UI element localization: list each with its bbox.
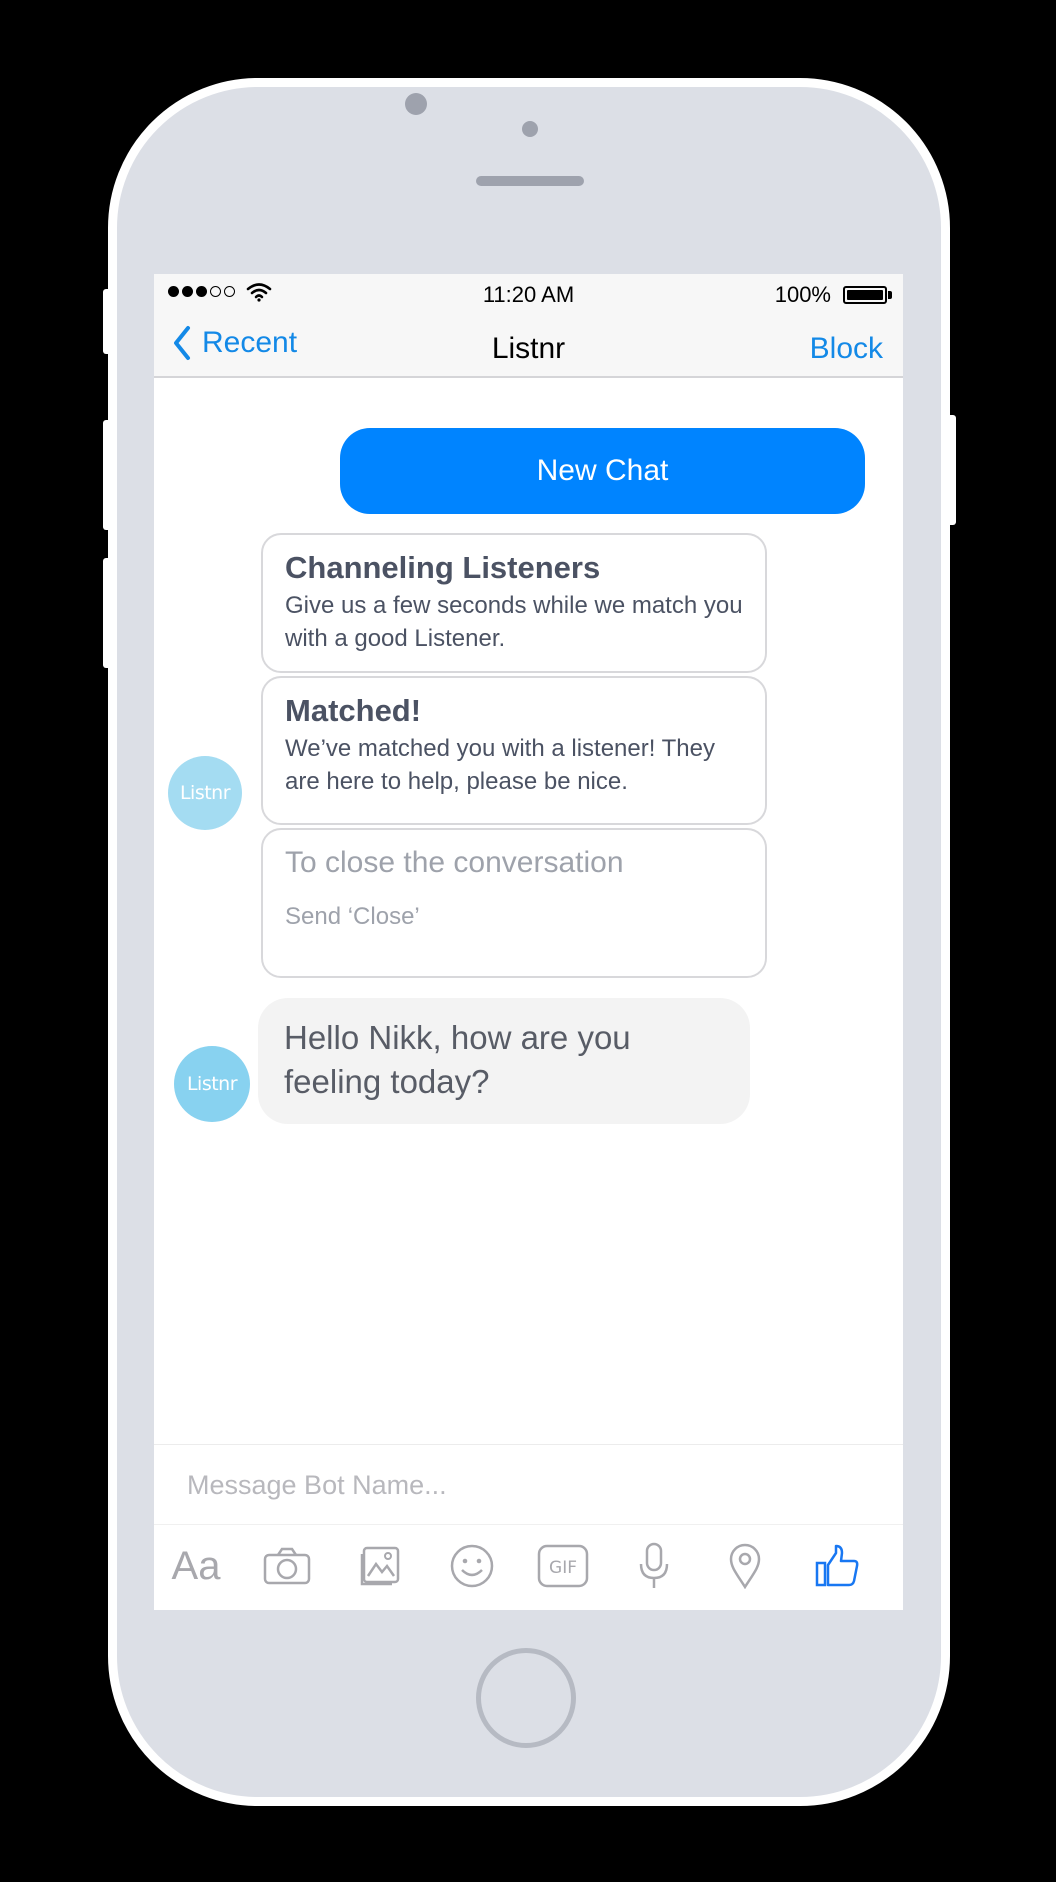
home-button[interactable] [476, 1648, 576, 1748]
microphone-icon [639, 1542, 669, 1588]
earpiece-speaker [476, 176, 584, 186]
screen: 11:20 AM 100% Recent Listnr Block New Ch… [154, 274, 903, 1610]
card-matched: Matched! We’ve matched you with a listen… [261, 676, 767, 825]
gif-label: GIF [549, 1558, 577, 1578]
battery-icon [843, 286, 887, 304]
thumbs-up-icon [815, 1544, 859, 1587]
gif-button[interactable]: GIF [533, 1536, 593, 1596]
divider [154, 1444, 903, 1445]
card-body: We’ve matched you with a listener! They … [285, 735, 715, 795]
card-title: Matched! [285, 693, 422, 728]
volume-up-button [103, 420, 113, 530]
battery-percentage: 100% [774, 282, 831, 307]
new-chat-button[interactable]: New Chat [340, 428, 865, 514]
composer-toolbar: Aa GIF [154, 1536, 903, 1606]
gallery-button[interactable] [350, 1536, 410, 1596]
card-title: To close the conversation [285, 846, 624, 879]
avatar[interactable]: Listnr [174, 1046, 250, 1122]
message-bubble: Hello Nikk, how are you feeling today? [258, 998, 750, 1124]
navigation-bar: Recent Listnr Block [154, 314, 903, 378]
card-body: Give us a few seconds while we match you… [285, 592, 743, 652]
text-format-icon: Aa [171, 1543, 221, 1588]
block-button[interactable]: Block [810, 332, 883, 366]
smiley-icon [450, 1544, 494, 1588]
mute-switch [103, 289, 113, 354]
battery-tip [888, 291, 892, 299]
location-button[interactable] [715, 1536, 775, 1596]
card-channeling: Channeling Listeners Give us a few secon… [261, 533, 767, 673]
like-button[interactable] [807, 1536, 867, 1596]
card-close-instructions: To close the conversation Send ‘Close’ [261, 828, 767, 978]
avatar[interactable]: Listnr [168, 756, 242, 830]
card-title: Channeling Listeners [285, 550, 601, 585]
status-bar: 11:20 AM 100% [154, 274, 903, 314]
text-format-button[interactable]: Aa [166, 1536, 226, 1596]
page-title: Listnr [491, 332, 566, 365]
microphone-button[interactable] [624, 1536, 684, 1596]
photo-gallery-icon [360, 1546, 400, 1586]
message-input[interactable]: Message Bot Name... [187, 1470, 787, 1501]
proximity-sensor [522, 121, 538, 137]
emoji-button[interactable] [442, 1536, 502, 1596]
volume-down-button [103, 558, 113, 668]
divider [154, 1524, 903, 1525]
location-pin-icon [729, 1543, 761, 1589]
camera-icon [263, 1547, 311, 1585]
power-button [946, 415, 956, 525]
camera-button[interactable] [257, 1536, 317, 1596]
gif-icon: GIF [537, 1544, 589, 1588]
card-body: Send ‘Close’ [285, 903, 420, 930]
front-camera [405, 93, 427, 115]
